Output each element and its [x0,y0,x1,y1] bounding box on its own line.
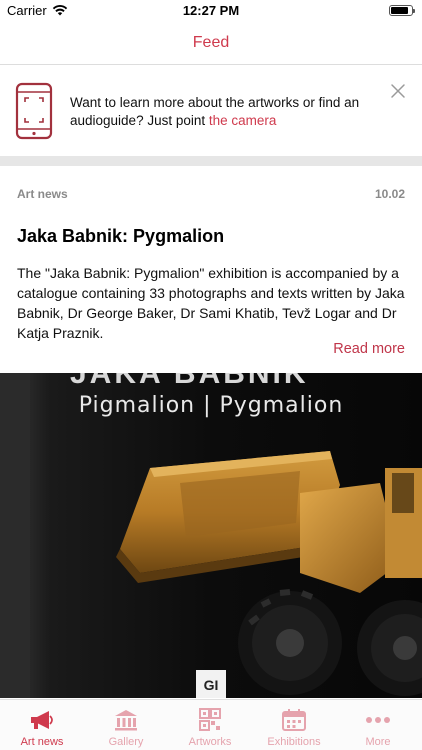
phone-camera-icon [15,82,53,145]
article-date: 10.02 [374,187,405,201]
image-subtitle: Pigmalion | Pygmalion [78,393,344,418]
tab-label: More [365,736,391,748]
status-time: 12:27 PM [182,3,240,18]
qr-grid-icon [199,708,221,731]
more-dots-icon [366,717,390,723]
read-more-link[interactable]: Read more [333,341,405,357]
calendar-icon [282,709,306,731]
battery-icon [389,5,415,16]
article-category: Art news [17,187,68,201]
gallery-logo: GI [196,670,226,698]
tab-label: Art news [20,736,64,748]
museum-icon [115,710,137,731]
tab-exhibitions[interactable]: Exhibitions [252,700,336,750]
status-bar: Carrier 12:27 PM [0,0,422,22]
tab-bar: Art news Gallery Artworks Exhibitions Mo… [0,699,422,750]
tab-more[interactable]: More [336,700,420,750]
tab-label: Gallery [108,736,144,748]
camera-link[interactable]: the camera [209,113,277,128]
banner-message: Want to learn more about the artworks or… [70,94,385,130]
tab-label: Exhibitions [267,736,321,748]
tab-art-news[interactable]: Art news [0,700,84,750]
megaphone-icon [31,711,53,729]
article-title[interactable]: Jaka Babnik: Pygmalion [17,226,224,247]
image-header-text: JAKA BABNIK [70,373,309,390]
article-body: The "Jaka Babnik: Pygmalion" exhibition … [17,265,405,341]
tab-label: Artworks [188,736,232,748]
close-icon[interactable] [389,82,407,100]
camera-banner[interactable]: Want to learn more about the artworks or… [0,65,422,156]
battery-level [391,7,408,14]
article-image[interactable]: JAKA BABNIK Pigmalion | Pygmalion GI [0,373,422,698]
section-separator [0,156,422,166]
tab-artworks[interactable]: Artworks [168,700,252,750]
page-title: Feed [192,34,230,51]
tab-gallery[interactable]: Gallery [84,700,168,750]
